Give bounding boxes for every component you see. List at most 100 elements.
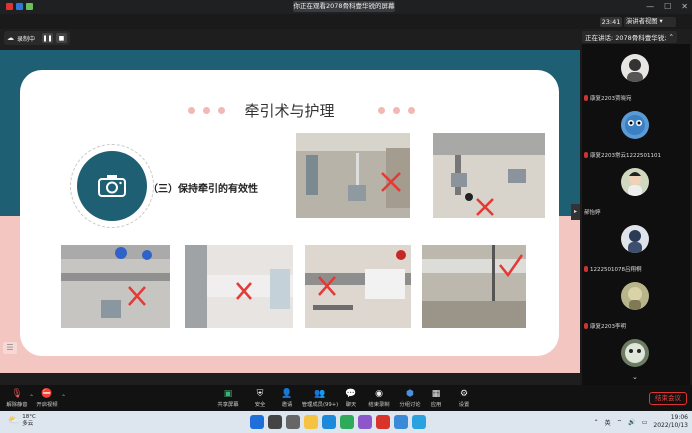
pause-recording-button[interactable]: ❚❚ (42, 33, 54, 43)
meeting-icon (6, 3, 13, 10)
slide-subtitle: （三）保持牵引的有效性 (148, 184, 258, 195)
os-taskbar: ⛅ 18°C 多云 ⌃ 英 ⌔ 🔊 ▭ 19:06 2022/10/13 (0, 411, 692, 433)
window-titlebar: 你正在观看2078骨科壹华锐的屏幕 — ☐ ✕ (0, 0, 692, 14)
recording-label: 录制中 (17, 35, 36, 43)
participant-tile[interactable]: 郝怡婷 (582, 158, 690, 218)
meeting-app-icon[interactable] (394, 415, 408, 429)
photos-icon[interactable] (412, 415, 426, 429)
avatar (621, 168, 649, 196)
ime-indicator[interactable]: 英 (605, 418, 611, 427)
security-label: 安全 (254, 402, 266, 408)
stop-recording-button[interactable]: ◉ 结束录制 (362, 389, 396, 408)
invite-icon: 👤 (281, 389, 293, 399)
breakout-label: 分组讨论 (399, 402, 421, 408)
task-view-icon[interactable] (286, 415, 300, 429)
wifi-icon[interactable]: ⌔ (617, 418, 623, 426)
shield-icon: ⛨ (256, 389, 264, 399)
participant-tile[interactable]: 康复2203贾晓宛 (582, 44, 690, 104)
meeting-clock: 23:41 (600, 17, 622, 27)
start-video-button[interactable]: ⛔ 开启视频 (30, 389, 64, 408)
settings-button[interactable]: ⚙ 设置 (447, 389, 481, 408)
meeting-toolbar: 🎙 解除静音 ⌃ ⛔ 开启视频 ⌃ ▣ 共享屏幕 ⛨ 安全 👤 邀请 👥 管理成员(99+)… (0, 385, 692, 411)
slide-card: 牵引术与护理 （三）保持牵引的有效性 (20, 70, 559, 356)
close-icon[interactable]: ✕ (681, 2, 688, 11)
start-icon[interactable] (250, 415, 264, 429)
speaking-indicator: 正在讲话: 2078骨科壹华锐; ⌃ (582, 31, 677, 43)
members-icon: 👥 (314, 389, 326, 399)
avatar (621, 111, 649, 139)
invite-label: 邀请 (281, 402, 293, 408)
start-video-label: 开启视频 (36, 402, 58, 408)
maximize-icon[interactable]: ☐ (664, 2, 671, 11)
traction-photo-6 (422, 245, 526, 328)
traction-photo-3 (61, 245, 170, 328)
invite-button[interactable]: 👤 邀请 (270, 389, 304, 408)
participant-panel: 康复2203贾晓宛 康复2203常云1222501101 郝怡婷 1222501… (580, 44, 692, 389)
avatar (621, 339, 649, 367)
chevron-up-icon[interactable]: ⌃ (669, 33, 674, 41)
shared-screen: 牵引术与护理 （三）保持牵引的有效性 ☰ ▸ (0, 50, 580, 373)
gear-icon: ⚙ (459, 389, 469, 399)
share-banner[interactable]: 你正在观看2078骨科壹华锐的屏幕 (293, 1, 395, 12)
temperature: 18°C (22, 414, 36, 420)
browser-icon[interactable] (322, 415, 336, 429)
mic-muted-icon: 🎙 (11, 389, 23, 399)
avatar (621, 225, 649, 253)
video-off-icon: ⛔ (41, 389, 53, 399)
share-screen-label: 共享屏幕 (217, 402, 239, 408)
share-screen-button[interactable]: ▣ 共享屏幕 (211, 389, 245, 408)
participant-tile[interactable]: ⌄ (582, 329, 690, 389)
view-mode-label: 演讲者视图 (626, 18, 658, 25)
camera-icon (77, 151, 147, 221)
slide-menu-icon[interactable]: ☰ (3, 342, 17, 354)
stop-recording-button[interactable]: ■ (56, 33, 68, 43)
weather-widget[interactable]: ⛅ 18°C 多云 (8, 414, 36, 428)
system-date: 2022/10/13 (653, 422, 688, 429)
chevron-up-icon[interactable]: ⌃ (594, 419, 599, 426)
signal-icon (26, 3, 33, 10)
system-clock[interactable]: 19:06 2022/10/13 (653, 414, 688, 430)
collapse-sidebar-handle[interactable]: ▸ (571, 204, 580, 220)
chevron-up-icon[interactable]: ⌃ (61, 394, 66, 401)
chat-label: 聊天 (345, 402, 357, 408)
participant-tile[interactable]: 康复2203李明 (582, 272, 690, 332)
recording-bar: ☁ 录制中 ❚❚ ■ (4, 31, 71, 45)
meeting-header: 23:41 演讲者视图 ▾ (0, 14, 692, 29)
apps-label: 应用 (430, 402, 442, 408)
system-tray: ⌃ 英 ⌔ 🔊 ▭ 19:06 2022/10/13 (594, 414, 688, 430)
cloud-icon: ☁ (7, 34, 14, 42)
avatar (621, 282, 649, 310)
battery-icon[interactable]: ▭ (642, 419, 648, 426)
manage-members-label: 管理成员(99+) (301, 402, 339, 408)
avatar (621, 54, 649, 82)
minimize-icon[interactable]: — (646, 2, 654, 11)
chevron-down-icon[interactable]: ⌄ (632, 373, 638, 381)
taskbar-apps (250, 415, 426, 429)
participant-tile[interactable]: 1222501078吕翔桐 (582, 215, 690, 275)
folder-icon[interactable] (304, 415, 318, 429)
settings-label: 设置 (458, 402, 470, 408)
volume-icon[interactable]: 🔊 (628, 419, 635, 426)
search-icon[interactable] (268, 415, 282, 429)
end-meeting-button[interactable]: 结束会议 (649, 392, 687, 405)
cloud-sun-icon: ⛅ (8, 416, 20, 426)
traction-photo-5 (305, 245, 411, 328)
traction-photo-1 (296, 133, 410, 218)
shield-icon (16, 3, 23, 10)
share-screen-icon: ▣ (223, 389, 233, 399)
speaking-label: 正在讲话: 2078骨科壹华锐; (585, 34, 667, 42)
traction-photo-2 (433, 133, 545, 218)
participant-tile[interactable]: 康复2203常云1222501101 (582, 101, 690, 161)
weather-desc: 多云 (22, 421, 34, 427)
apps-icon: ▦ (431, 389, 441, 399)
breakout-icon: ⬢ (406, 389, 414, 399)
app-icon[interactable] (358, 415, 372, 429)
chrome-icon[interactable] (340, 415, 354, 429)
window-controls: — ☐ ✕ (646, 2, 688, 11)
system-time: 19:06 (670, 414, 688, 421)
view-mode-button[interactable]: 演讲者视图 ▾ (624, 17, 676, 27)
office-icon[interactable] (376, 415, 390, 429)
status-icons (6, 3, 33, 10)
stop-recording-label: 结束录制 (368, 402, 390, 408)
chat-icon: 💬 (345, 389, 357, 399)
